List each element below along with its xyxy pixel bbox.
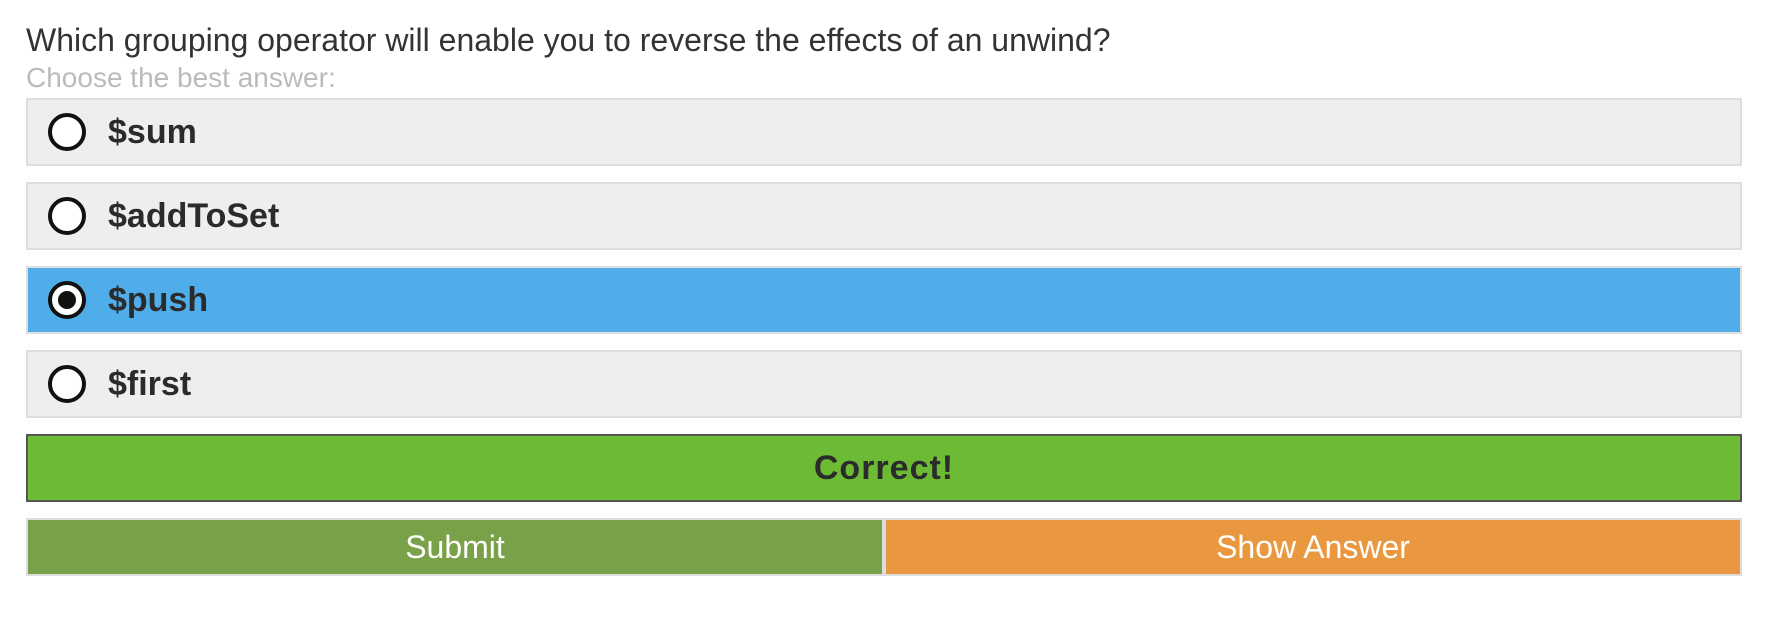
answer-option-sum[interactable]: $sum [26,98,1742,166]
quiz-container: Which grouping operator will enable you … [26,18,1742,576]
question-text: Which grouping operator will enable you … [26,22,1111,58]
answer-options: $sum $addToSet $push $first [26,98,1742,418]
feedback-banner: Correct! [26,434,1742,502]
answer-option-label: $sum [108,113,197,151]
answer-option-first[interactable]: $first [26,350,1742,418]
radio-button[interactable] [48,365,86,403]
answer-option-push[interactable]: $push [26,266,1742,334]
radio-button[interactable] [48,113,86,151]
radio-dot-icon [58,291,76,309]
submit-button[interactable]: Submit [26,518,884,576]
answer-option-label: $first [108,365,192,403]
answer-instruction: Choose the best answer: [26,62,336,93]
answer-option-addtoset[interactable]: $addToSet [26,182,1742,250]
radio-button[interactable] [48,197,86,235]
show-answer-button[interactable]: Show Answer [884,518,1742,576]
action-buttons: Submit Show Answer [26,518,1742,576]
radio-button[interactable] [48,281,86,319]
answer-option-label: $push [108,281,209,319]
answer-option-label: $addToSet [108,197,280,235]
